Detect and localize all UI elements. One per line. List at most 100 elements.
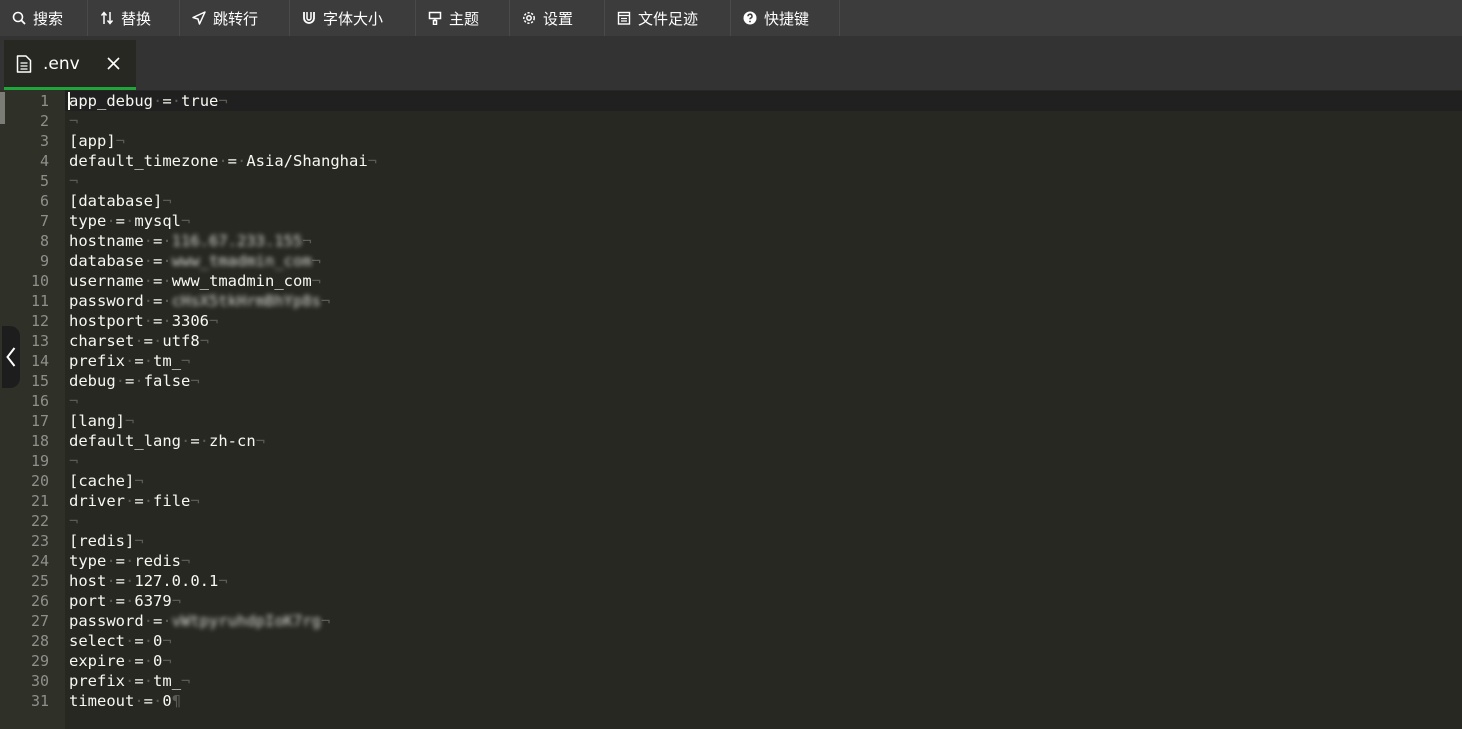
line-number-gutter: 1 2 3 4 5 6 7 8 9 10 11 12 13 14 15 16 17 18 19 20 21 22 23 24 2… [0,90,65,729]
code-line: [lang]¬ [69,412,135,430]
code-line: password·=·vWtpyruhdpIoK7rg¬ [69,612,331,630]
line-number: 1 [39,92,49,110]
tab-env-file[interactable]: .env [4,40,136,90]
config-value: mysql [134,212,182,230]
font-size-button[interactable]: 字体大小 [290,0,416,36]
line-text: [cache] [69,472,135,490]
replace-button[interactable]: 替换 [88,0,180,36]
line-number: 29 [30,652,49,670]
file-icon [16,54,32,73]
code-line: ¬ [69,172,79,190]
goto-line-button[interactable]: 跳转行 [180,0,290,36]
code-line: ¬ [69,452,79,470]
code-line: type·=·mysql¬ [69,212,191,230]
config-value: tm_ [153,672,182,690]
code-line: [database]¬ [69,192,172,210]
help-icon [743,11,757,25]
editor-toolbar: 搜索 替换 跳转行 字体大小 主题 设置 文件足迹 快捷键 [0,0,1462,36]
search-label: 搜索 [33,9,64,28]
settings-label: 设置 [543,9,574,28]
config-key: port [69,592,107,610]
config-value: 3306 [171,312,210,330]
replace-label: 替换 [121,9,152,28]
code-line: driver·=·file¬ [69,492,200,510]
shortcuts-label: 快捷键 [764,9,810,28]
config-key: select [69,632,125,650]
config-key: password [69,612,144,630]
shortcuts-button[interactable]: 快捷键 [731,0,840,36]
line-number: 16 [30,392,49,410]
config-key: app_debug [69,92,153,110]
config-value: true [181,92,219,110]
line-number: 25 [30,572,49,590]
tab-label: .env [43,53,80,74]
sidebar-collapse-handle[interactable] [2,326,20,388]
code-line: port·=·6379¬ [69,592,182,610]
redacted-value: cHsX5tkHrmBhYp8s [171,292,321,310]
tab-bar: .env [0,36,1462,90]
search-button[interactable]: 搜索 [0,0,88,36]
line-text: [redis] [69,532,135,550]
close-icon[interactable] [107,57,120,70]
replace-icon [100,11,114,25]
code-line: ¬ [69,392,79,410]
config-key: database [69,252,144,270]
line-number: 31 [30,692,49,710]
line-text: [database] [69,192,163,210]
config-key: host [69,572,107,590]
config-key: prefix [69,352,125,370]
line-number: 24 [30,552,49,570]
config-value: redis [134,552,182,570]
theme-button[interactable]: 主题 [416,0,510,36]
code-line: select·=·0¬ [69,632,172,650]
config-key: prefix [69,672,125,690]
search-icon [12,11,26,25]
code-line: hostname·=·116.67.233.155¬ [69,232,312,250]
line-number: 18 [30,432,49,450]
code-line: password·=·cHsX5tkHrmBhYp8s¬ [69,292,331,310]
file-history-label: 文件足迹 [638,9,699,28]
config-key: driver [69,492,125,510]
code-line: hostport·=·3306¬ [69,312,219,330]
settings-button[interactable]: 设置 [510,0,605,36]
code-line: database·=·www_tmadmin_com¬ [69,252,322,270]
goto-line-label: 跳转行 [213,9,259,28]
config-key: default_timezone [69,152,219,170]
config-value: utf8 [162,332,200,350]
config-value: 0 [162,692,172,710]
config-value: tm_ [153,352,182,370]
theme-icon [428,11,442,25]
code-line: [redis]¬ [69,532,144,550]
line-number: 9 [39,252,49,270]
line-number: 22 [30,512,49,530]
code-line: ¬ [69,512,79,530]
code-line: prefix·=·tm_¬ [69,352,191,370]
line-number: 2 [39,112,49,130]
line-number: 6 [39,192,49,210]
file-history-button[interactable]: 文件足迹 [605,0,731,36]
config-key: charset [69,332,135,350]
text-cursor [68,92,70,110]
code-line: expire·=·0¬ [69,652,172,670]
line-number: 20 [30,472,49,490]
config-value: 0 [153,632,163,650]
config-key: hostname [69,232,144,250]
line-number: 30 [30,672,49,690]
line-number: 11 [30,292,49,310]
code-line: default_timezone·=·Asia/Shanghai¬ [69,152,378,170]
code-line: [cache]¬ [69,472,144,490]
config-value: false [143,372,191,390]
font-size-label: 字体大小 [323,9,384,28]
config-key: expire [69,652,125,670]
jump-icon [192,11,206,25]
redacted-value: vWtpyruhdpIoK7rg [171,612,321,630]
line-number: 3 [39,132,49,150]
code-editor[interactable]: 1 2 3 4 5 6 7 8 9 10 11 12 13 14 15 16 17 18 19 20 21 22 23 24 2… [0,90,1462,729]
line-number: 28 [30,632,49,650]
chevron-left-icon [6,347,16,367]
code-line: host·=·127.0.0.1¬ [69,572,228,590]
redacted-value: www_tmadmin_com [171,252,312,270]
config-key: debug [69,372,116,390]
config-value: 6379 [134,592,172,610]
config-key: hostport [69,312,144,330]
